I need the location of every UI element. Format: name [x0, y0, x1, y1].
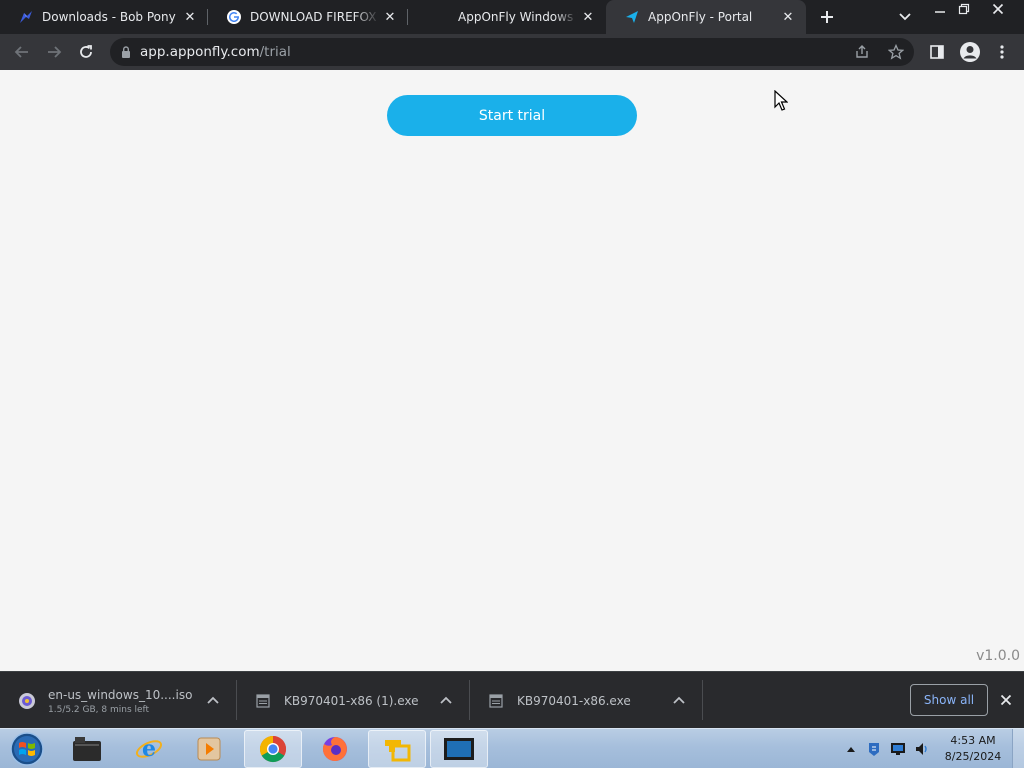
- chevron-up-icon[interactable]: [669, 690, 689, 710]
- window-close-button[interactable]: [986, 0, 1010, 18]
- download-item[interactable]: KB970401-x86 (1).exe: [236, 678, 469, 724]
- lock-icon[interactable]: [118, 46, 134, 58]
- libraries-icon: [73, 737, 101, 761]
- chevron-up-icon[interactable]: [436, 690, 456, 710]
- vmware-icon: [385, 740, 411, 762]
- tab-apponfly-portal[interactable]: AppOnFly - Portal ✕: [606, 0, 806, 34]
- restore-icon: [958, 3, 970, 15]
- side-panel-icon: [930, 45, 944, 59]
- close-icon: [992, 3, 1004, 15]
- mouse-cursor-icon: [774, 89, 789, 116]
- clock-time: 4:53 AM: [950, 734, 996, 747]
- remote-desktop-icon: [444, 738, 474, 760]
- tab-title: AppOnFly Windows VPS: [458, 10, 578, 24]
- bookmark-star-icon[interactable]: [887, 43, 905, 64]
- restore-button[interactable]: [952, 0, 976, 18]
- download-shelf: en-us_windows_10....iso 1.5/5.2 GB, 8 mi…: [0, 671, 1024, 728]
- tab-downloads-bob-pony[interactable]: Downloads - Bob Pony ✕: [0, 0, 208, 34]
- plus-icon: [821, 11, 833, 23]
- browser-toolbar: app.apponfly.com/trial: [0, 34, 1024, 70]
- apponfly-icon: [624, 9, 640, 25]
- download-item[interactable]: KB970401-x86.exe: [469, 678, 702, 724]
- page-content: Start trial v1.0.0: [0, 70, 1024, 671]
- taskbar-firefox-button[interactable]: [306, 730, 364, 768]
- download-filename: en-us_windows_10....iso: [48, 687, 193, 702]
- taskbar-ie-button[interactable]: e: [120, 730, 178, 768]
- chevron-down-icon: [899, 13, 911, 21]
- close-shelf-button[interactable]: [996, 690, 1016, 710]
- network-icon[interactable]: [890, 741, 906, 757]
- taskbar-remote-desktop-button[interactable]: [430, 730, 488, 768]
- url-text[interactable]: app.apponfly.com/trial: [140, 44, 291, 60]
- tray-overflow-icon[interactable]: [843, 741, 859, 757]
- menu-button[interactable]: [988, 38, 1016, 66]
- chevron-up-icon[interactable]: [203, 690, 223, 710]
- start-trial-button[interactable]: Start trial: [387, 95, 637, 136]
- internet-explorer-icon: e: [135, 736, 163, 762]
- side-panel-button[interactable]: [923, 38, 951, 66]
- windows-start-orb-icon: [10, 732, 44, 766]
- minimize-button[interactable]: [928, 0, 952, 18]
- action-center-icon[interactable]: [866, 741, 882, 757]
- reload-button[interactable]: [72, 38, 100, 66]
- show-all-downloads-button[interactable]: Show all: [910, 684, 988, 716]
- taskbar-vmware-button[interactable]: [368, 730, 426, 768]
- exe-file-icon: [487, 692, 505, 710]
- tab-download-firefox[interactable]: DOWNLOAD FIREFOX FO ✕: [208, 0, 408, 34]
- arrow-right-icon: [48, 46, 62, 58]
- url-domain: app.apponfly.com: [140, 44, 260, 60]
- taskbar-chrome-button[interactable]: [244, 730, 302, 768]
- clock-date: 8/25/2024: [944, 750, 1002, 763]
- tab-apponfly-windows-vps[interactable]: AppOnFly Windows VPS ✕: [408, 0, 606, 34]
- media-player-icon: [197, 737, 221, 761]
- back-button[interactable]: [8, 38, 36, 66]
- tab-title: AppOnFly - Portal: [648, 10, 753, 24]
- firefox-icon: [322, 737, 347, 761]
- download-status: 1.5/5.2 GB, 8 mins left: [48, 704, 150, 715]
- google-icon: [226, 9, 242, 25]
- svg-text:e: e: [142, 736, 156, 762]
- tab-title: DOWNLOAD FIREFOX FO: [250, 10, 380, 24]
- kebab-menu-icon: [1000, 45, 1004, 59]
- share-icon[interactable]: [854, 44, 870, 64]
- reload-icon: [80, 45, 92, 58]
- taskbar-explorer-button[interactable]: [58, 730, 116, 768]
- close-icon[interactable]: ✕: [578, 7, 598, 27]
- version-label: v1.0.0: [976, 648, 1020, 664]
- address-bar[interactable]: app.apponfly.com/trial: [110, 38, 914, 66]
- url-path: /trial: [259, 44, 291, 60]
- close-icon[interactable]: ✕: [380, 7, 400, 27]
- download-item[interactable]: en-us_windows_10....iso 1.5/5.2 GB, 8 mi…: [0, 678, 236, 724]
- forward-button[interactable]: [40, 38, 68, 66]
- close-icon[interactable]: ✕: [180, 7, 200, 27]
- start-button[interactable]: [6, 730, 48, 768]
- tab-title: Downloads - Bob Pony: [42, 10, 176, 24]
- tab-search-button[interactable]: [893, 5, 917, 29]
- chrome-icon: [259, 735, 287, 763]
- taskbar-media-player-button[interactable]: [180, 730, 238, 768]
- disc-image-icon: [18, 692, 36, 710]
- close-icon: [1000, 694, 1012, 706]
- download-divider: [702, 680, 703, 720]
- avatar-icon: [960, 42, 980, 62]
- tab-strip: Downloads - Bob Pony ✕ DOWNLOAD FIREFOX …: [0, 0, 1024, 34]
- windows-taskbar: e 4:53 AM 8/25/2024: [0, 728, 1024, 768]
- download-filename: KB970401-x86.exe: [517, 694, 631, 708]
- arrow-left-icon: [14, 46, 28, 58]
- system-clock[interactable]: 4:53 AM 8/25/2024: [940, 733, 1006, 765]
- minimize-icon: [935, 11, 945, 13]
- new-tab-button[interactable]: [815, 5, 839, 29]
- close-icon[interactable]: ✕: [778, 7, 798, 27]
- profile-button[interactable]: [956, 38, 984, 66]
- bobpony-icon: [18, 9, 34, 25]
- volume-icon[interactable]: [914, 741, 930, 757]
- show-desktop-button[interactable]: [1012, 729, 1024, 768]
- download-filename: KB970401-x86 (1).exe: [284, 694, 419, 708]
- blank-favicon-icon: [420, 9, 436, 25]
- exe-file-icon: [254, 692, 272, 710]
